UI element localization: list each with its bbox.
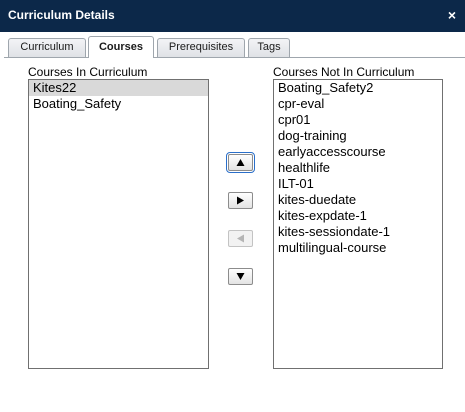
- list-item[interactable]: cpr-eval: [274, 96, 442, 112]
- close-icon[interactable]: ×: [445, 7, 459, 23]
- move-down-button[interactable]: [228, 268, 253, 285]
- tab-prerequisites[interactable]: Prerequisites: [157, 38, 245, 57]
- list-item[interactable]: Kites22: [29, 80, 208, 96]
- tab-curriculum[interactable]: Curriculum: [8, 38, 86, 57]
- tab-divider: [4, 57, 465, 58]
- courses-in-curriculum-label: Courses In Curriculum: [28, 65, 148, 79]
- courses-not-in-curriculum-label: Courses Not In Curriculum: [273, 65, 415, 79]
- list-item[interactable]: ILT-01: [274, 176, 442, 192]
- list-item[interactable]: dog-training: [274, 128, 442, 144]
- tab-courses[interactable]: Courses: [88, 36, 154, 58]
- move-up-button[interactable]: [226, 152, 255, 173]
- list-item[interactable]: Boating_Safety2: [274, 80, 442, 96]
- up-arrow-icon: [236, 159, 245, 166]
- list-item[interactable]: earlyaccesscourse: [274, 144, 442, 160]
- right-arrow-icon: [237, 196, 244, 205]
- list-item[interactable]: cpr01: [274, 112, 442, 128]
- list-item[interactable]: multilingual-course: [274, 240, 442, 256]
- list-item[interactable]: kites-duedate: [274, 192, 442, 208]
- dialog-titlebar: Curriculum Details ×: [0, 0, 465, 32]
- courses-not-in-curriculum-list[interactable]: Boating_Safety2 cpr-eval cpr01 dog-training…: [273, 79, 443, 369]
- move-right-button[interactable]: [228, 192, 253, 209]
- move-left-button[interactable]: [228, 230, 253, 247]
- dialog-title: Curriculum Details: [8, 8, 115, 22]
- courses-in-curriculum-list[interactable]: Kites22 Boating_Safety: [28, 79, 209, 369]
- list-item[interactable]: kites-sessiondate-1: [274, 224, 442, 240]
- list-item[interactable]: kites-expdate-1: [274, 208, 442, 224]
- list-item[interactable]: healthlife: [274, 160, 442, 176]
- tab-tags[interactable]: Tags: [248, 38, 290, 57]
- down-arrow-icon: [236, 273, 245, 280]
- left-arrow-icon: [237, 234, 244, 243]
- list-item[interactable]: Boating_Safety: [29, 96, 208, 112]
